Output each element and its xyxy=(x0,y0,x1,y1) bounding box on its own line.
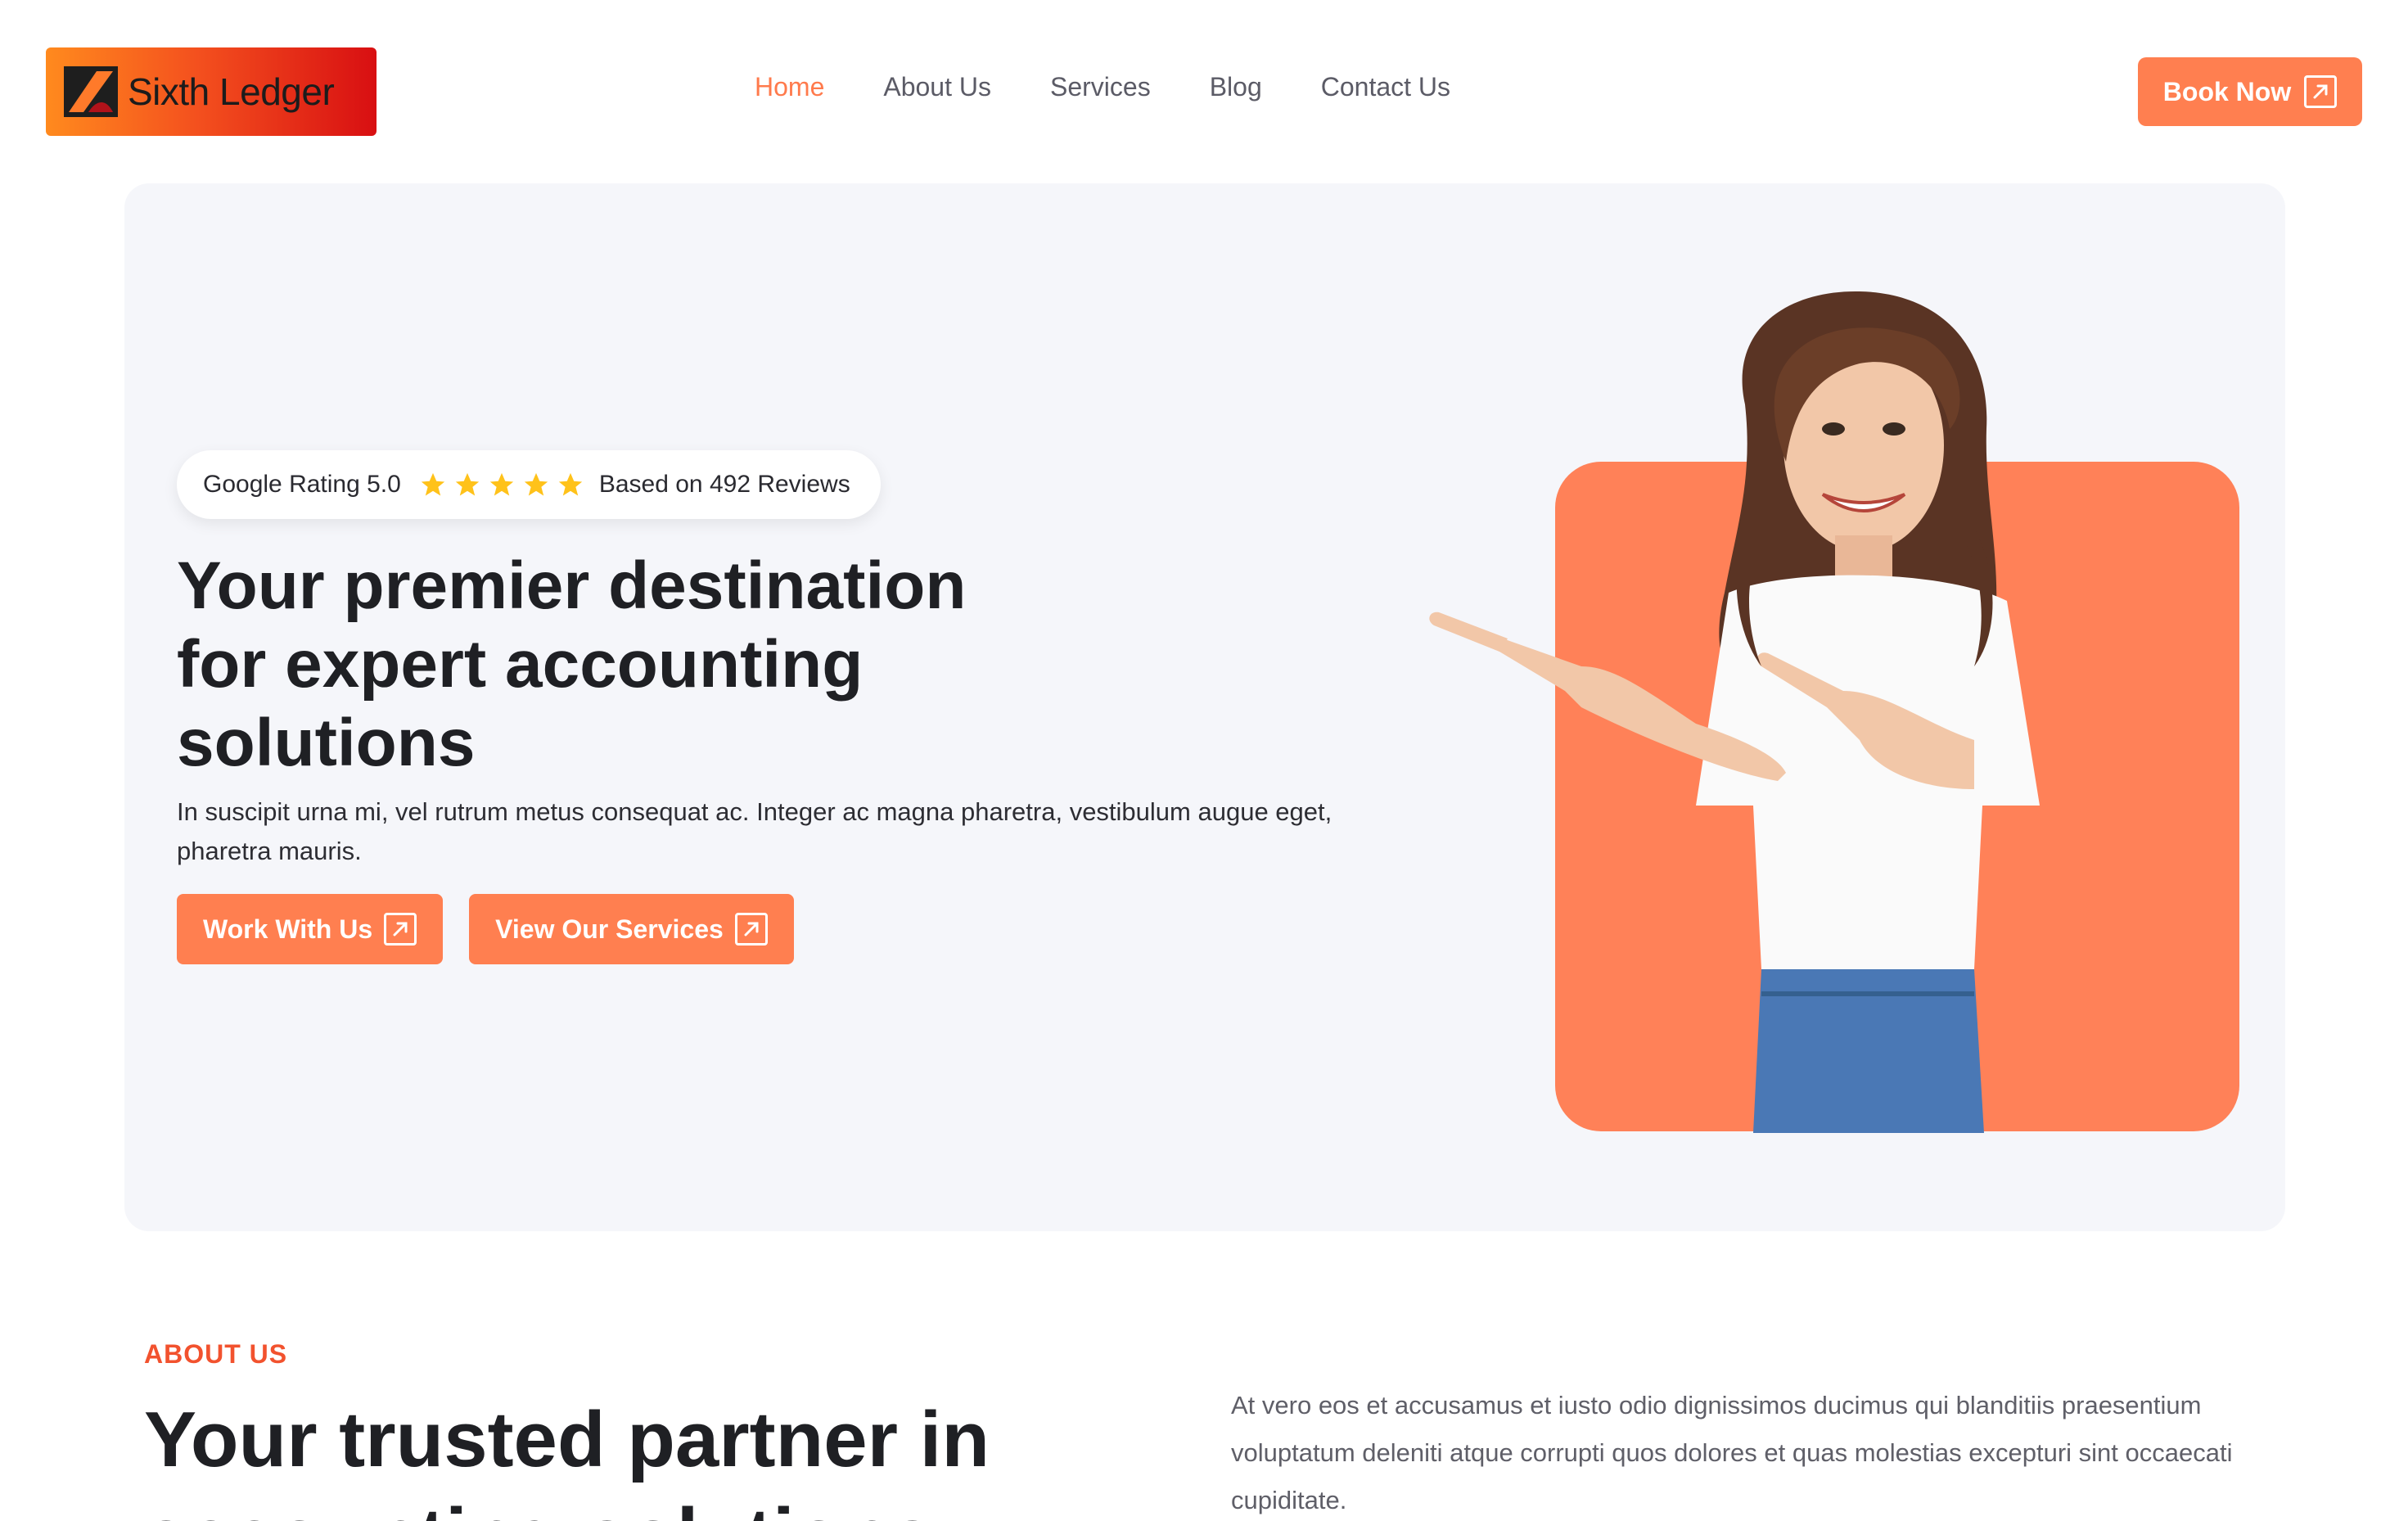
star-icon xyxy=(421,472,445,496)
star-icon xyxy=(455,472,480,496)
arrow-up-right-icon xyxy=(734,913,768,946)
star-icon xyxy=(558,472,583,496)
arrow-up-right-icon xyxy=(2304,75,2338,108)
main-nav: Home About Us Services Blog Contact Us xyxy=(755,72,1450,102)
star-icon xyxy=(524,472,548,496)
hero-title: Your premier destination for expert acco… xyxy=(177,548,967,780)
about-eyebrow: ABOUT US xyxy=(144,1339,288,1369)
work-with-us-button[interactable]: Work With Us xyxy=(177,894,444,964)
logo-text: Sixth Ledger xyxy=(128,70,335,113)
nav-blog[interactable]: Blog xyxy=(1210,72,1262,102)
about-description: At vero eos et accusamus et iusto odio d… xyxy=(1231,1391,2233,1514)
reviews-count: Based on 492 Reviews xyxy=(598,471,850,498)
hero-person-image xyxy=(1429,291,2040,1133)
site-logo[interactable]: Sixth Ledger xyxy=(46,47,377,136)
hero-description: In suscipit urna mi, vel rutrum metus co… xyxy=(177,797,1333,865)
hero-section: Google Rating 5.0 Based on 492 Reviews Y… xyxy=(124,183,2285,1231)
nav-home[interactable]: Home xyxy=(755,72,824,102)
google-rating-badge: Google Rating 5.0 Based on 492 Reviews xyxy=(177,450,881,519)
book-now-label: Book Now xyxy=(2162,76,2292,106)
ledger-logo-icon xyxy=(64,66,118,117)
nav-contact-us[interactable]: Contact Us xyxy=(1321,72,1450,102)
nav-services[interactable]: Services xyxy=(1050,72,1151,102)
site-header: Sixth Ledger Home About Us Services Blog… xyxy=(0,0,2408,180)
nav-about-us[interactable]: About Us xyxy=(883,72,991,102)
star-icon xyxy=(489,472,514,496)
work-with-us-label: Work With Us xyxy=(203,914,373,944)
arrow-up-right-icon xyxy=(384,913,417,946)
view-services-label: View Our Services xyxy=(495,914,724,944)
rating-label: Google Rating 5.0 xyxy=(203,471,401,498)
hero-buttons: Work With Us View Our Services xyxy=(177,894,794,964)
view-services-button[interactable]: View Our Services xyxy=(469,894,794,964)
book-now-button[interactable]: Book Now xyxy=(2138,57,2362,126)
rating-stars xyxy=(419,471,584,499)
about-title: Your trusted partner in accounting solut… xyxy=(144,1396,990,1521)
